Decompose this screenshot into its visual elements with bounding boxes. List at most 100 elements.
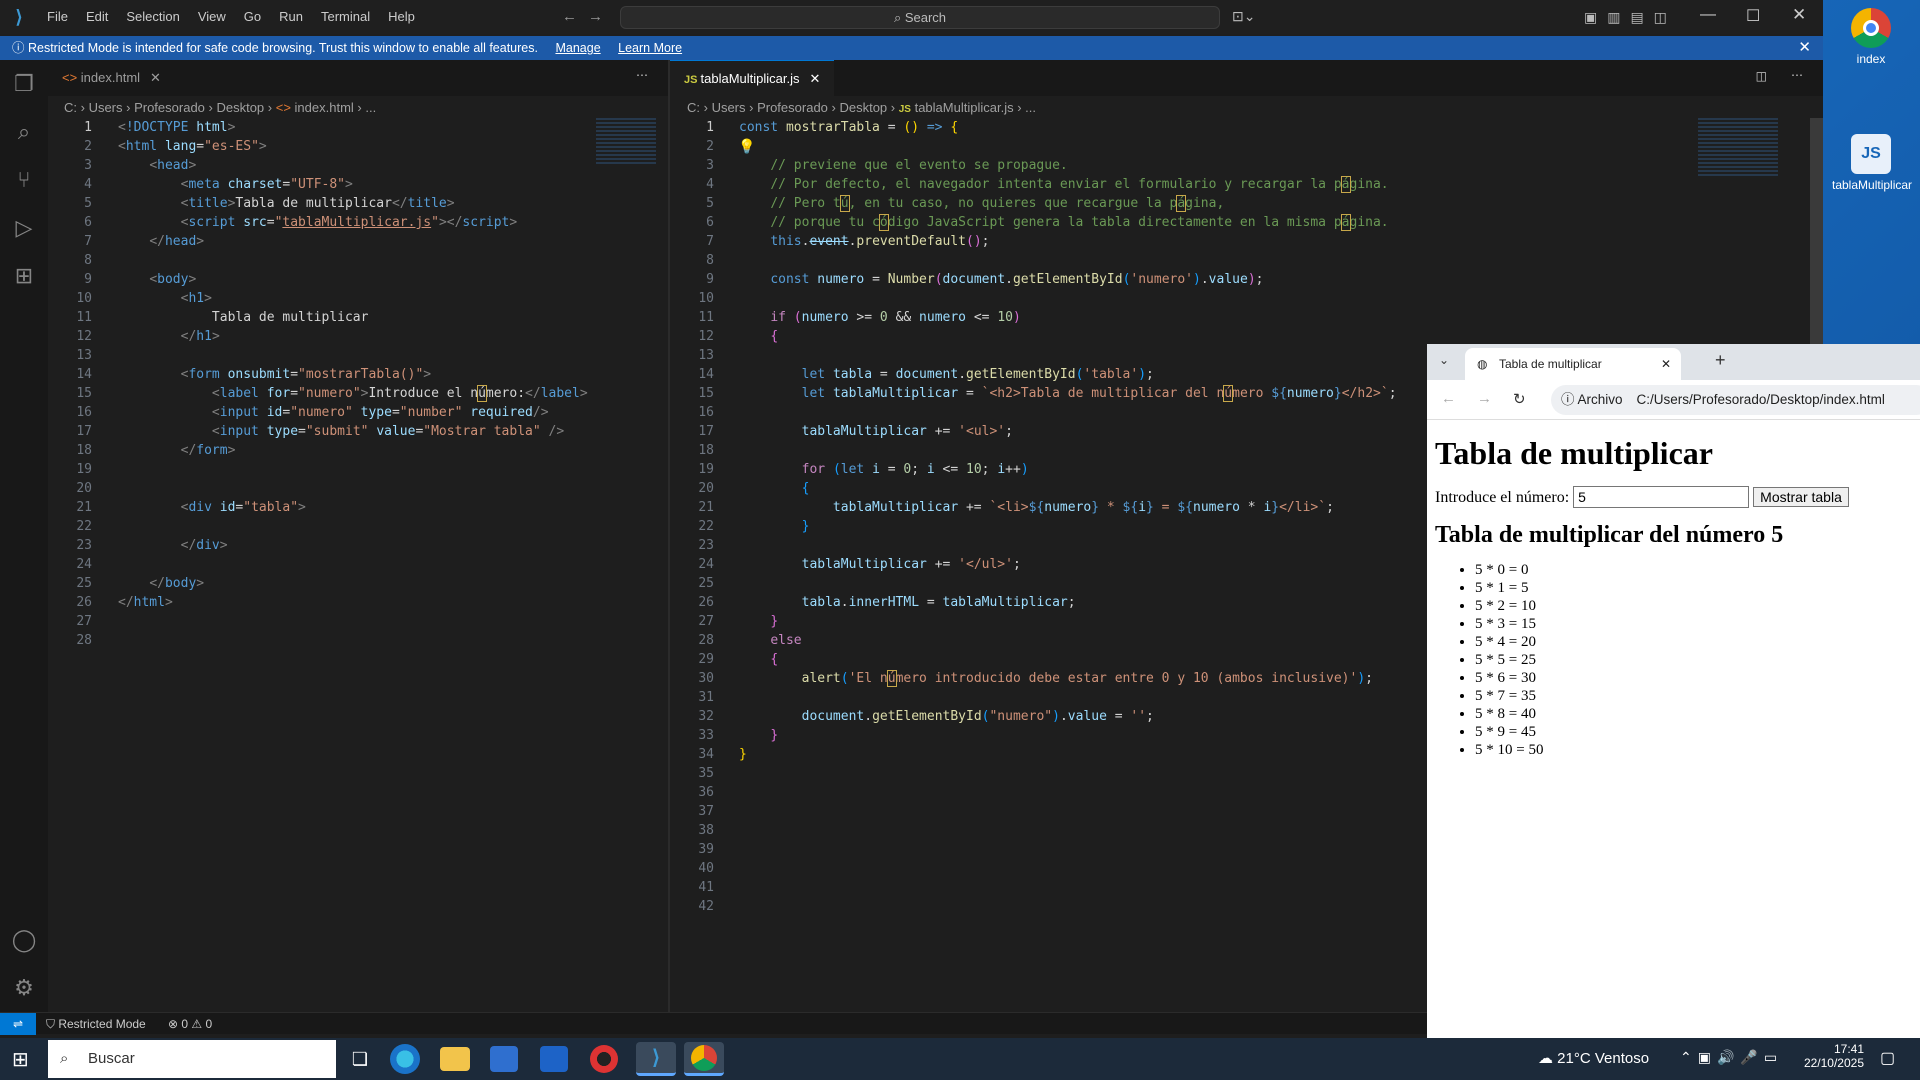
crumb[interactable]: Users [89,100,123,115]
error-count: 0 [181,1017,189,1031]
crumb[interactable]: Profesorado [134,100,205,115]
copilot-icon[interactable]: ⊡⌄ [1232,8,1255,25]
tab-index-html[interactable]: <> index.html ✕ [48,60,175,96]
split-editor-icon[interactable]: ◫ [1756,69,1767,83]
more-actions-icon[interactable]: ⋯ [636,68,648,82]
menu-edit[interactable]: Edit [77,0,117,34]
remote-icon[interactable]: ⇌ [0,1013,36,1035]
close-tab-icon[interactable]: ✕ [1661,348,1671,380]
crumb[interactable]: ... [1025,100,1036,115]
line-number: 11 [698,310,714,325]
source-control-icon[interactable]: ⑂ [10,166,38,194]
desktop-icon-index[interactable]: index [1832,8,1910,66]
layout-icons[interactable]: ▣▥▤◫ [1584,9,1677,26]
menu-selection[interactable]: Selection [117,0,188,34]
learn-more-link[interactable]: Learn More [618,41,682,55]
line-number: 7 [84,234,92,249]
chrome-taskbar-icon[interactable] [684,1042,724,1076]
show-table-button[interactable]: Mostrar tabla [1753,487,1849,507]
crumb[interactable]: Desktop [216,100,264,115]
list-item: 5 * 10 = 50 [1475,741,1912,759]
menu-file[interactable]: File [38,0,77,34]
forward-arrow-icon[interactable]: → [588,8,603,25]
file-explorer-icon[interactable] [440,1047,470,1071]
explorer-icon[interactable]: ❐ [10,70,38,98]
close-tab-icon[interactable]: ✕ [810,71,821,86]
close-icon[interactable]: ✕ [1792,5,1806,25]
windows-start-icon[interactable]: ⊞ [12,1047,29,1072]
page-heading: Tabla de multiplicar [1435,435,1713,471]
list-item: 5 * 0 = 0 [1475,561,1912,579]
scrollbar[interactable] [1810,118,1823,344]
close-banner-icon[interactable]: ✕ [1798,36,1811,60]
tab-search-icon[interactable]: ⌄ [1439,353,1449,367]
crumb[interactable]: ... [365,100,376,115]
crumb[interactable]: Users [712,100,746,115]
store-icon[interactable] [490,1046,518,1072]
crumb[interactable]: C: [687,100,700,115]
multiplication-list: 5 * 0 = 0 5 * 1 = 5 5 * 2 = 10 5 * 3 = 1… [1475,561,1912,759]
list-item: 5 * 5 = 25 [1475,651,1912,669]
search-icon[interactable]: ⌕ [10,118,38,146]
menu-view[interactable]: View [189,0,235,34]
settings-gear-icon[interactable]: ⚙ [10,974,38,1002]
banner-text: Restricted Mode is intended for safe cod… [27,41,538,55]
desktop-icon-tablamultiplicar[interactable]: JS tablaMultiplicar [1832,134,1913,192]
code-area[interactable]: const mostrarTabla = () => { // previene… [739,118,1397,764]
new-tab-icon[interactable]: + [1715,350,1726,371]
line-number: 23 [698,538,714,553]
restricted-mode-status[interactable]: ⛉ Restricted Mode [46,1013,146,1035]
minimize-icon[interactable]: — [1700,6,1716,24]
account-icon[interactable]: ◯ [10,926,38,954]
crumb[interactable]: tablaMultiplicar.js [915,100,1014,115]
left-editor[interactable]: 1 2 3 4 5 6 7 8 9 10 11 12 13 14 15 16 17 18 19 20 21 22 23 24 2… [48,118,668,1012]
back-arrow-icon[interactable]: ← [1441,390,1456,407]
extensions-icon[interactable]: ⊞ [10,262,38,290]
crumb[interactable]: index.html [295,100,354,115]
browser-tab[interactable]: ◍ Tabla de multiplicar ✕ [1465,348,1681,380]
back-arrow-icon[interactable]: ← [562,8,577,25]
menu-go[interactable]: Go [235,0,270,34]
menu-help[interactable]: Help [379,0,424,34]
breadcrumb: C: › Users › Profesorado › Desktop › <> … [64,100,377,115]
crumb[interactable]: Profesorado [757,100,828,115]
line-number: 26 [698,595,714,610]
taskbar-search[interactable]: ⌕ Buscar [48,1040,336,1078]
task-view-icon[interactable]: ❏ [340,1042,380,1076]
app-icon[interactable] [590,1045,618,1073]
run-debug-icon[interactable]: ▷ [10,214,38,242]
minimap[interactable] [1698,118,1778,178]
maximize-icon[interactable]: ☐ [1746,6,1760,26]
reload-icon[interactable]: ↻ [1513,390,1526,408]
tray-icons[interactable]: ⌃▣🔊🎤▭ [1680,1049,1783,1066]
weather-widget[interactable]: ☁ 21°C Ventoso [1538,1049,1649,1067]
number-input[interactable] [1573,486,1750,508]
tab-tablamultiplicar-js[interactable]: JS tablaMultiplicar.js ✕ [670,60,835,96]
line-numbers: 1 2 3 4 5 6 7 8 9 10 11 12 13 14 15 16 17 18 19 20 21 22 23 24 2… [670,118,714,916]
command-search[interactable]: ⌕ Search [620,6,1220,29]
code-area[interactable]: <!DOCTYPE html> <html lang="es-ES"> <hea… [118,118,588,650]
desktop-icon-label: tablaMultiplicar [1832,178,1913,192]
close-tab-icon[interactable]: ✕ [150,70,161,85]
line-number: 9 [706,272,714,287]
line-number: 28 [698,633,714,648]
manage-link[interactable]: Manage [555,41,600,55]
crumb[interactable]: C: [64,100,77,115]
crumb[interactable]: Desktop [839,100,887,115]
edge-icon[interactable] [390,1044,420,1074]
forward-arrow-icon[interactable]: → [1477,390,1492,407]
search-icon: ⌕ [893,10,905,25]
menu-run[interactable]: Run [270,0,312,34]
vscode-taskbar-icon[interactable]: ⟩ [636,1042,676,1076]
address-bar[interactable]: ⓘ Archivo C:/Users/Profesorado/Desktop/in… [1551,385,1920,415]
line-number: 16 [698,405,714,420]
line-number: 14 [76,367,92,382]
menu-terminal[interactable]: Terminal [312,0,379,34]
info-icon: ⓘ [12,41,28,55]
problems-status[interactable]: ⊗ 0 ⚠ 0 [168,1013,212,1035]
more-actions-icon[interactable]: ⋯ [1791,68,1803,82]
clock[interactable]: 17:41 22/10/2025 [1792,1042,1864,1070]
outlook-icon[interactable] [540,1046,568,1072]
notifications-icon[interactable]: ▢ [1880,1048,1895,1068]
minimap[interactable] [596,118,656,166]
